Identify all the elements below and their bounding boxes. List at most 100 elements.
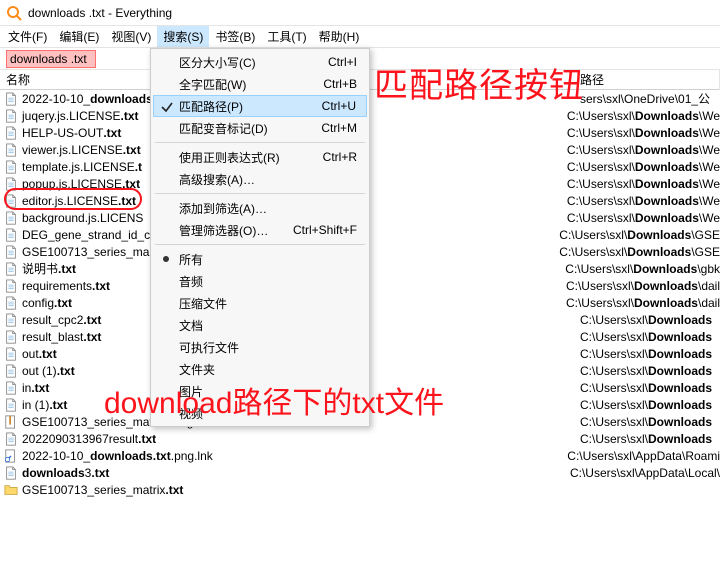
menu-entry[interactable]: 添加到筛选(A)… [153,197,367,219]
filename-text: background.js.LICENS [22,211,143,225]
file-icon [4,313,18,327]
menu-entry-label: 视频 [179,405,203,422]
file-icon [4,92,18,106]
menu-accelerator: Ctrl+B [323,77,357,91]
filename-text: 2022-10-10_downloads.txt [22,92,171,106]
file-icon [4,296,18,310]
menu-entry[interactable]: 音频 [153,270,367,292]
cell-path: C:\Users\sxl\AppData\Roami [567,449,720,463]
cell-filename: 2022090313967result.txt [0,432,580,446]
menu-item[interactable]: 视图(V) [105,26,157,47]
folder-icon [4,483,18,497]
filename-text: result_cpc2.txt [22,313,101,327]
menu-accelerator: Ctrl+I [328,55,357,69]
filename-text: viewer.js.LICENSE.txt [22,143,141,157]
filename-text: out (1).txt [22,364,75,378]
cell-path: C:\Users\sxl\Downloads\We [567,194,720,208]
menu-item[interactable]: 书签(B) [209,26,261,47]
filename-text: result_blast.txt [22,330,101,344]
filename-text: GSE100713_series_ma [22,245,149,259]
gz-icon [4,415,18,429]
menu-entry[interactable]: 区分大小写(C)Ctrl+I [153,51,367,73]
filename-text: in (1).txt [22,398,67,412]
checkmark-icon [160,100,174,114]
table-row[interactable]: downloads3.txtC:\Users\sxl\AppData\Local… [0,464,720,481]
filename-text: config.txt [22,296,72,310]
cell-filename: GSE100713_series_matrix.txt [0,483,580,497]
menubar: 文件(F)编辑(E)视图(V)搜索(S)书签(B)工具(T)帮助(H) [0,26,720,48]
filename-text: HELP-US-OUT.txt [22,126,121,140]
cell-path: C:\Users\sxl\Downloads\GSE [559,245,720,259]
menu-entry-label: 全字匹配(W) [179,76,246,93]
search-input[interactable] [6,50,96,68]
menu-item[interactable]: 搜索(S) [157,26,209,47]
cell-path: sers\sxl\OneDrive\01_公 [580,90,720,107]
menu-entry[interactable]: 文档 [153,314,367,336]
menu-entry-label: 管理筛选器(O)… [179,222,268,239]
file-icon [4,126,18,140]
cell-path: C:\Users\sxl\AppData\Local\ [570,466,720,480]
menu-accelerator: Ctrl+Shift+F [293,223,357,237]
annotation-ellipse [4,188,142,210]
file-icon [4,228,18,242]
filename-text: 2022090313967result.txt [22,432,156,446]
cell-path: C:\Users\sxl\Downloads\We [567,109,720,123]
filename-text: template.js.LICENSE.t [22,160,142,174]
file-icon [4,364,18,378]
file-icon [4,143,18,157]
menu-entry[interactable]: 文件夹 [153,358,367,380]
file-icon [4,279,18,293]
filename-text: DEG_gene_strand_id_c [22,228,150,242]
cell-path: C:\Users\sxl\Downloads\We [567,211,720,225]
cell-path: C:\Users\sxl\Downloads [580,398,720,412]
file-icon [4,211,18,225]
menu-accelerator: Ctrl+M [321,121,357,135]
menu-item[interactable]: 帮助(H) [313,26,366,47]
menu-entry[interactable]: 压缩文件 [153,292,367,314]
cell-path: C:\Users\sxl\Downloads [580,415,720,429]
cell-path: C:\Users\sxl\Downloads\We [567,126,720,140]
window-title: downloads .txt - Everything [28,6,172,20]
filename-text: 说明书.txt [22,260,76,277]
table-row[interactable]: 2022090313967result.txt C:\Users\sxl\Down… [0,430,720,447]
menu-entry[interactable]: 全字匹配(W) Ctrl+B [153,73,367,95]
cell-path: C:\Users\sxl\Downloads\GSE [559,228,720,242]
menu-entry[interactable]: 管理筛选器(O)… Ctrl+Shift+F [153,219,367,241]
menu-item[interactable]: 文件(F) [2,26,53,47]
file-icon [4,381,18,395]
menu-entry-label: 所有 [179,251,203,268]
menu-item[interactable]: 编辑(E) [53,26,105,47]
menu-entry[interactable]: 可执行文件 [153,336,367,358]
file-icon [4,330,18,344]
menu-entry[interactable]: 高级搜索(A)… [153,168,367,190]
cell-path: C:\Users\sxl\Downloads\gbk [565,262,720,276]
filename-text: requirements.txt [22,279,110,293]
menu-entry-label: 音频 [179,273,203,290]
menu-entry-label: 匹配变音标记(D) [179,120,268,137]
search-menu-dropdown: 区分大小写(C)Ctrl+I 全字匹配(W) Ctrl+B 匹配路径(P)Ctrl+U… [150,48,370,427]
cell-path: C:\Users\sxl\Downloads\We [567,177,720,191]
cell-path: C:\Users\sxl\Downloads [580,432,720,446]
menu-entry[interactable]: 匹配路径(P)Ctrl+U [153,95,367,117]
menu-entry-label: 文件夹 [179,361,215,378]
file-icon [4,398,18,412]
file-icon [4,160,18,174]
table-row[interactable]: GSE100713_series_matrix.txt [0,481,720,498]
menu-entry-label: 压缩文件 [179,295,227,312]
file-icon [4,109,18,123]
menu-entry[interactable]: 所有 [153,248,367,270]
filename-text: out.txt [22,347,57,361]
filename-text: 2022-10-10_downloads.txt.png.lnk [22,449,213,463]
column-header-path[interactable]: 路径 [380,69,720,90]
menu-entry[interactable]: 视频 [153,402,367,424]
menu-entry-label: 高级搜索(A)… [179,171,255,188]
menu-entry[interactable]: 图片 [153,380,367,402]
menu-entry[interactable]: 匹配变音标记(D) Ctrl+M [153,117,367,139]
menu-entry-label: 匹配路径(P) [179,98,243,115]
menu-entry[interactable]: 使用正则表达式(R)Ctrl+R [153,146,367,168]
table-row[interactable]: 2022-10-10_downloads.txt.png.lnk C:\Users… [0,447,720,464]
cell-path: C:\Users\sxl\Downloads\We [567,143,720,157]
menu-separator [155,193,365,194]
menu-item[interactable]: 工具(T) [261,26,312,47]
menu-entry-label: 文档 [179,317,203,334]
